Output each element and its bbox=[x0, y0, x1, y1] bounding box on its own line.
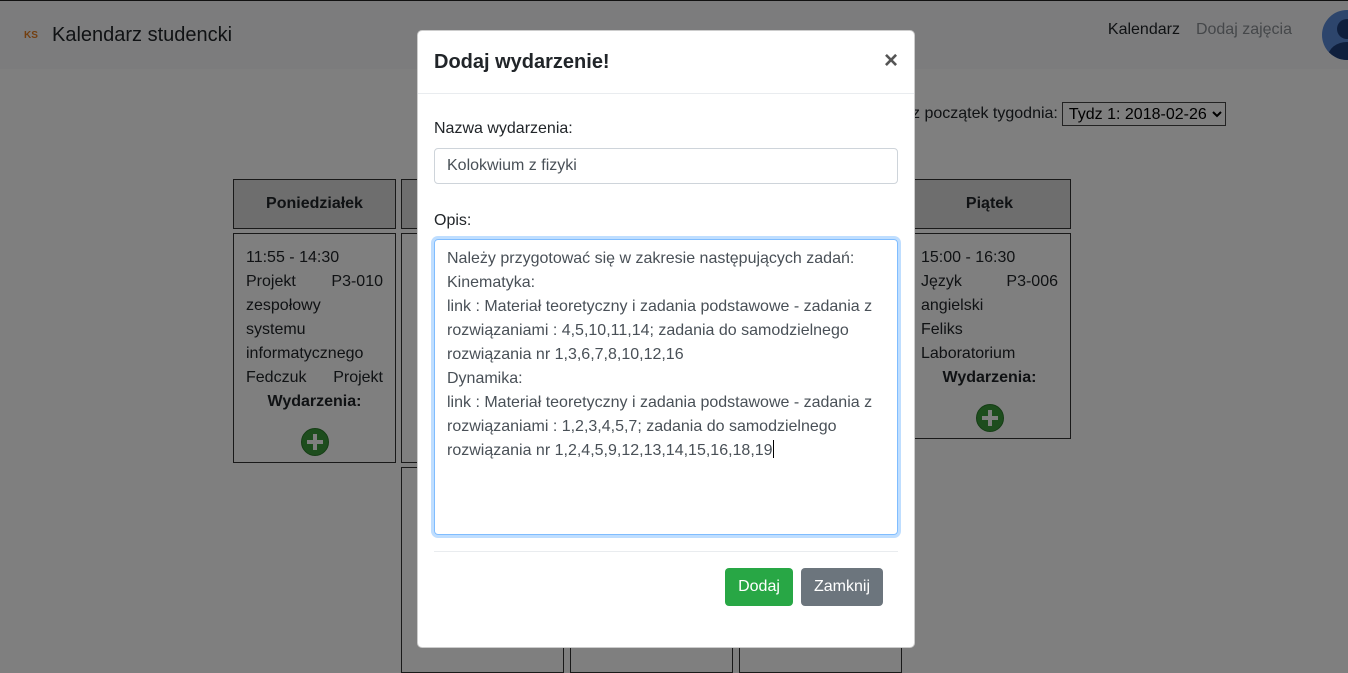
close-modal-button[interactable]: Zamknij bbox=[801, 568, 883, 606]
modal-title: Dodaj wydarzenie! bbox=[434, 51, 610, 73]
event-description-text: Należy przygotować się w zakresie następ… bbox=[447, 250, 873, 459]
event-description-label: Opis: bbox=[434, 212, 472, 229]
add-event-button[interactable]: Dodaj bbox=[725, 568, 793, 606]
event-name-label: Nazwa wydarzenia: bbox=[434, 120, 573, 137]
close-icon[interactable]: × bbox=[884, 49, 898, 73]
add-event-modal: Dodaj wydarzenie! × Nazwa wydarzenia: Op… bbox=[417, 30, 915, 648]
modal-header: Dodaj wydarzenie! × bbox=[418, 31, 914, 94]
modal-divider bbox=[434, 551, 898, 552]
page: KS Kalendarz studencki Kalendarz Dodaj z… bbox=[0, 0, 1348, 673]
event-description-textarea[interactable]: Należy przygotować się w zakresie następ… bbox=[434, 239, 898, 535]
text-caret bbox=[772, 440, 774, 458]
event-name-input[interactable] bbox=[434, 148, 898, 184]
